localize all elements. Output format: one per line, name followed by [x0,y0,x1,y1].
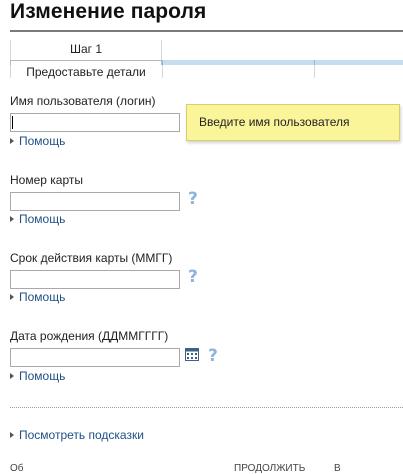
birth-date-input[interactable] [10,348,180,367]
help-link-label: Помощь [19,290,66,304]
view-hints-label: Посмотреть подсказки [19,428,144,442]
step-1-name: Шаг 1 [69,42,103,56]
card-number-input[interactable] [10,192,180,211]
triangle-right-icon [10,373,14,379]
card-expiry-input[interactable] [10,270,180,289]
step-divider [162,65,163,78]
help-link-label: Помощь [19,134,66,148]
step-divider [314,65,315,78]
page-title: Изменение пароля [10,0,207,23]
help-link-label: Помощь [19,369,66,383]
question-icon[interactable]: ? [208,346,218,366]
birth-date-help-link[interactable]: Помощь [10,369,65,383]
step-3 [314,40,403,78]
username-help-link[interactable]: Помощь [10,134,65,148]
help-link-label: Помощь [19,212,66,226]
step-progress: Шаг 1 Предоставьте детали [10,40,403,79]
triangle-right-icon [10,216,14,222]
question-icon[interactable]: ? [188,267,198,287]
title-divider [10,30,403,32]
triangle-right-icon [10,294,14,300]
step-2 [162,40,314,78]
card-number-label: Номер карты [10,173,83,187]
step-1-description: Предоставьте детали [26,65,146,79]
username-tooltip: Введите имя пользователя [186,104,400,141]
card-number-help-link[interactable]: Помощь [10,212,65,226]
card-expiry-label: Срок действия карты (ММГГ) [10,251,173,265]
username-input[interactable] [10,113,180,132]
username-label: Имя пользователя (логин) [10,94,156,108]
section-divider [10,407,403,408]
step-1: Шаг 1 Предоставьте детали [10,40,162,79]
triangle-right-icon [10,432,14,438]
calendar-icon[interactable] [185,348,199,361]
step-3-bar [314,60,403,65]
text-caret [12,116,13,129]
question-icon[interactable]: ? [188,189,198,209]
view-hints-link[interactable]: Посмотреть подсказки [10,428,144,442]
step-2-bar [162,60,314,65]
card-expiry-help-link[interactable]: Помощь [10,290,65,304]
birth-date-label: Дата рождения (ДДММГГГГ) [10,329,169,343]
triangle-right-icon [10,138,14,144]
